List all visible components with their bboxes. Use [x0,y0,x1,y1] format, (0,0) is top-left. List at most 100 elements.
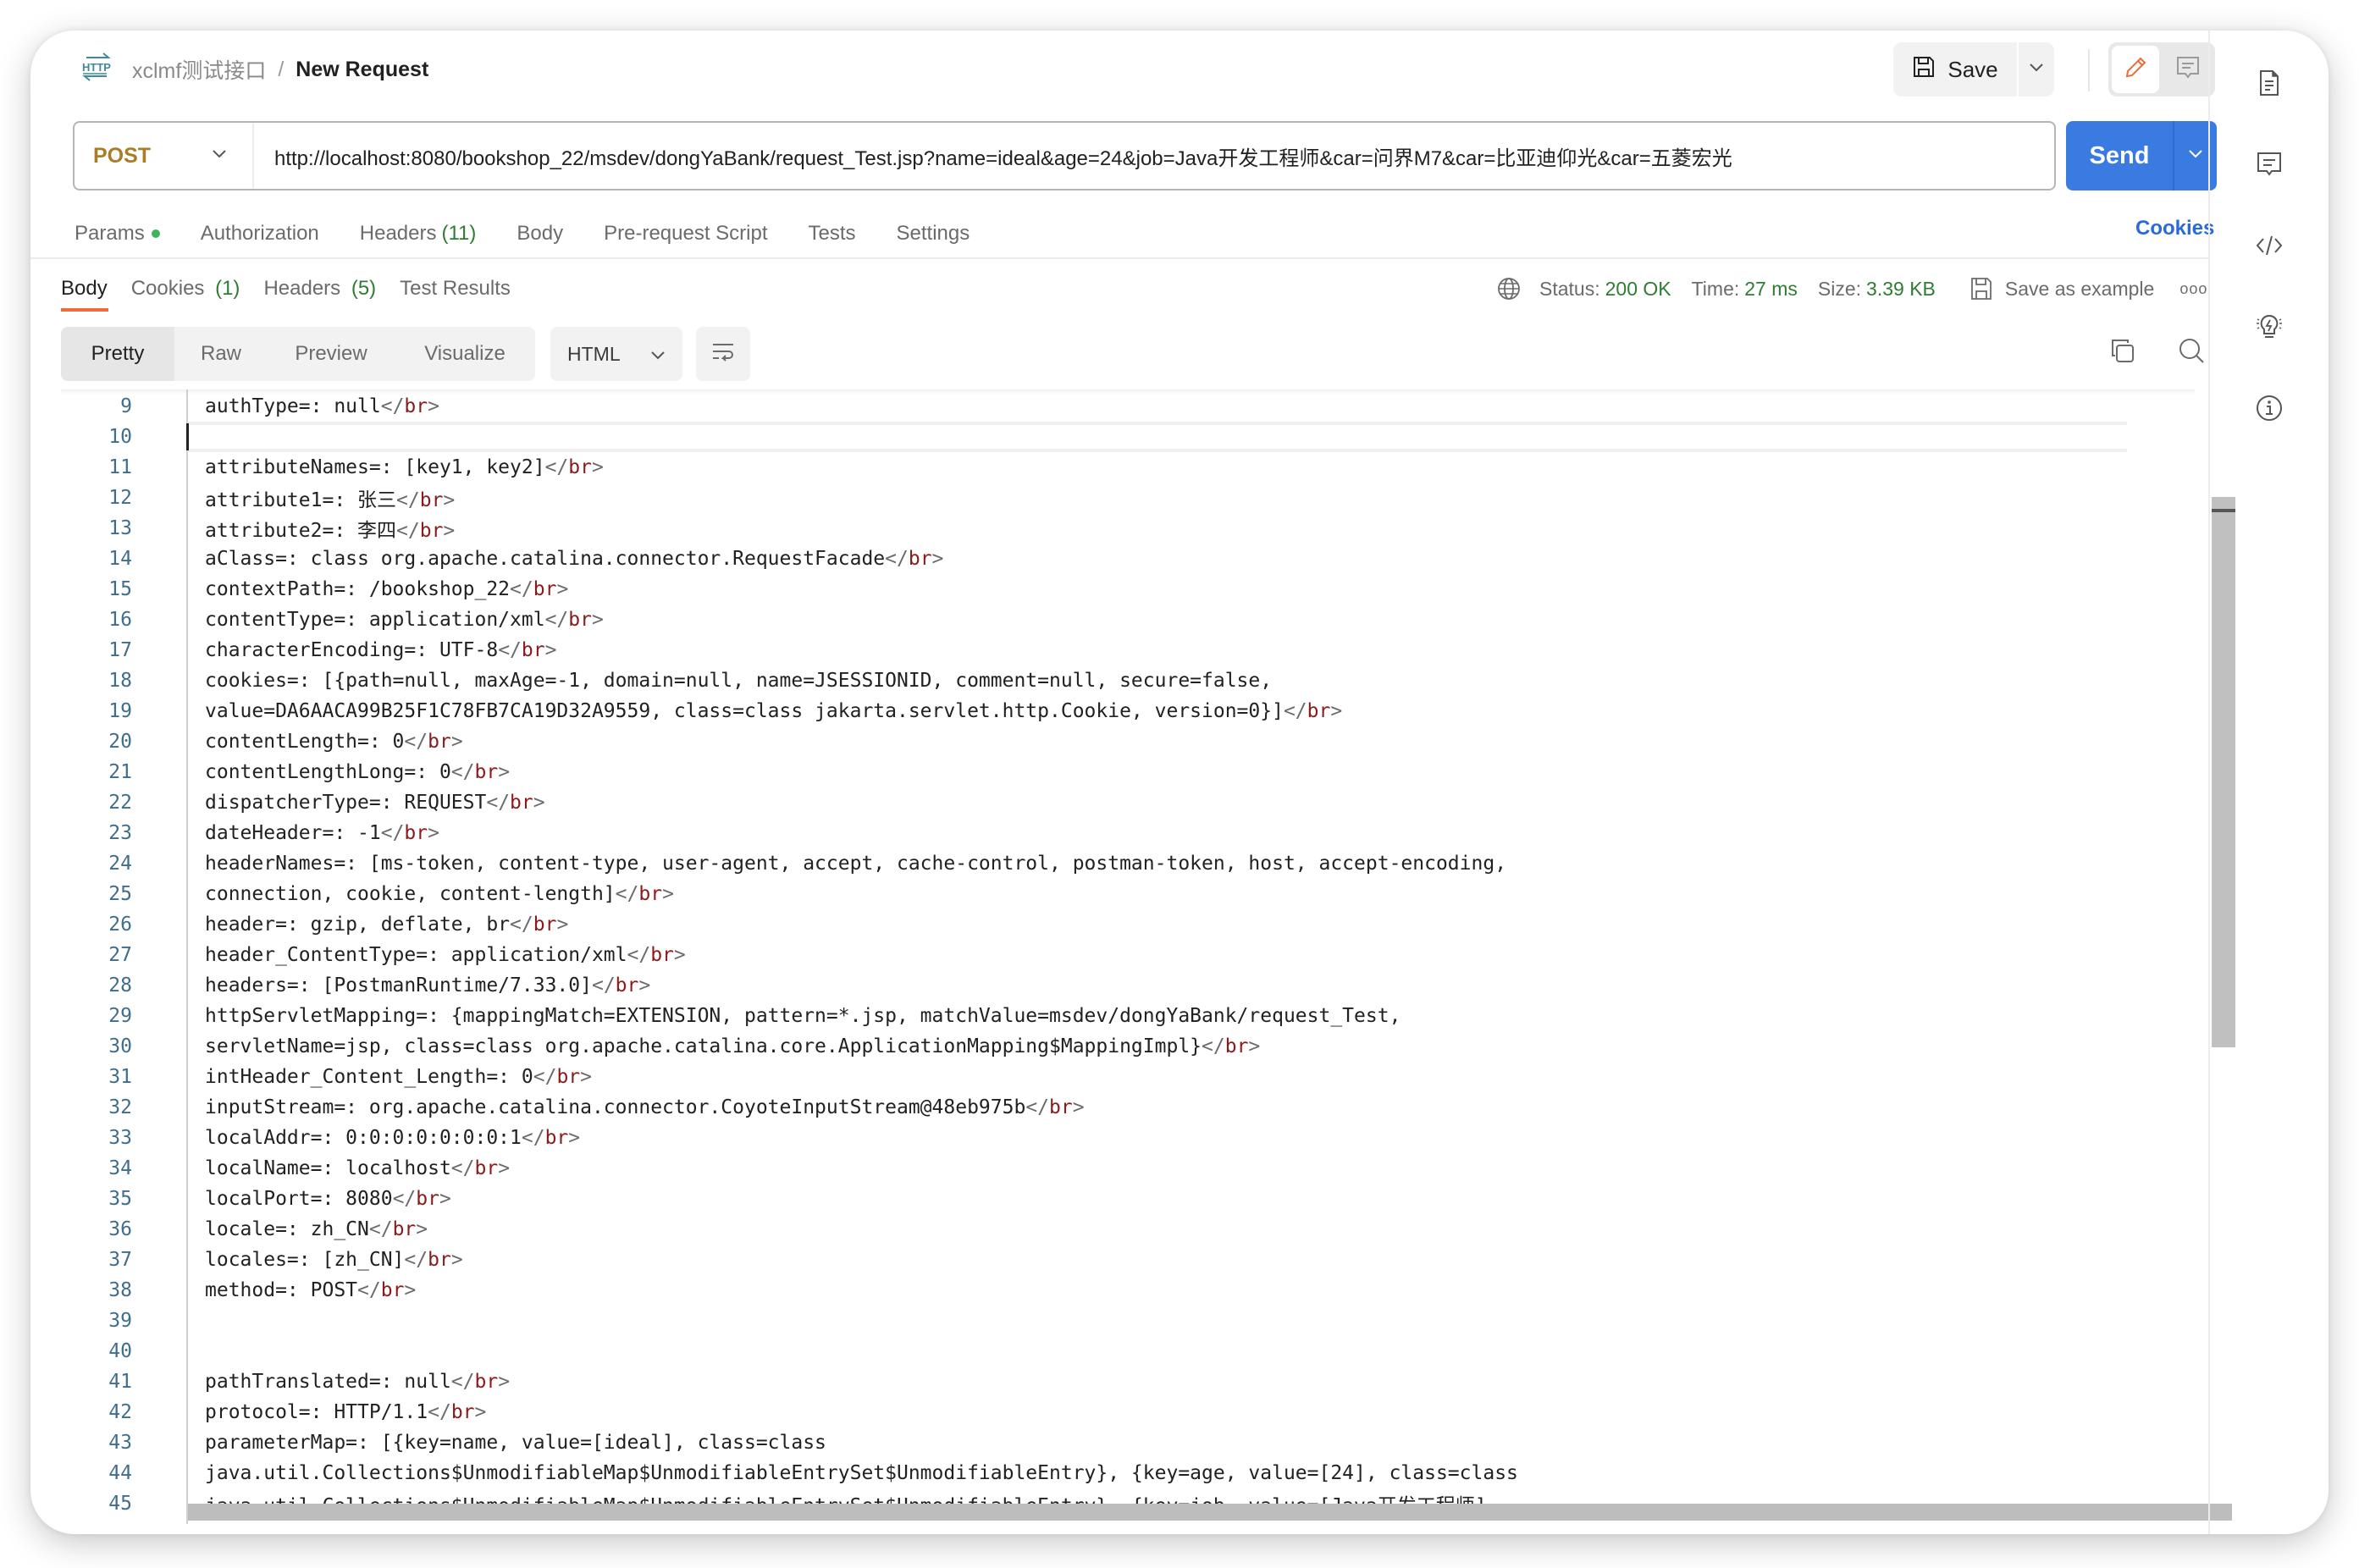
code-text: localAddr=: 0:0:0:0:0:0:0:1</br> [156,1127,580,1149]
url-bar: POST [73,121,2056,190]
cookies-link[interactable]: Cookies [2135,217,2214,240]
tab-tests[interactable]: Tests [809,222,856,246]
info-icon [2255,394,2284,427]
view-raw[interactable]: Raw [174,327,268,381]
code-content: localPort=: 8080 [205,1188,393,1210]
code-line: 15 contextPath=: /bookshop_22</br> [61,574,2178,605]
line-number: 36 [108,1218,132,1240]
suggestions-button[interactable] [2252,312,2286,345]
time-value[interactable]: 27 ms [1744,278,1798,300]
comments-icon [2255,150,2284,183]
view-visualize[interactable]: Visualize [395,327,535,381]
response-tab-cookies[interactable]: Cookies (1) [131,277,240,301]
response-tab-test-results[interactable]: Test Results [400,277,511,301]
edit-mode-button[interactable] [2112,46,2159,93]
code-text: intHeader_Content_Length=: 0</br> [156,1066,592,1088]
breadcrumb-collection[interactable]: xclmf测试接口 [132,54,266,85]
status-value[interactable]: 200 OK [1605,278,1671,300]
br-closing-tag: </br> [428,1401,487,1423]
view-preview[interactable]: Preview [268,327,395,381]
line-number: 23 [108,822,132,844]
request-tabs: Params Authorization Headers (11) Body P… [75,217,1010,251]
language-label: HTML [567,342,621,365]
line-number: 26 [108,914,132,936]
code-line: 33 localAddr=: 0:0:0:0:0:0:0:1</br> [61,1123,2178,1153]
tab-headers[interactable]: Headers (11) [360,222,477,246]
code-line: 17 characterEncoding=: UTF-8</br> [61,635,2178,665]
code-line: 9 authType=: null</br> [61,391,2178,422]
tab-label: Authorization [200,222,319,245]
code-content: cookies=: [{path=null, maxAge=-1, domain… [205,670,1273,692]
view-pretty[interactable]: Pretty [61,327,174,381]
size-value[interactable]: 3.39 KB [1866,278,1936,300]
code-line: 11 attributeNames=: [key1, key2]</br> [61,452,2178,483]
br-closing-tag: </br> [404,731,463,753]
line-number: 15 [108,578,132,600]
code-line: 10 [61,422,2178,452]
line-number: 16 [108,609,132,631]
code-line: 22 dispatcherType=: REQUEST</br> [61,787,2178,818]
response-tab-body[interactable]: Body [61,277,108,301]
save-as-example-label: Save as example [2004,277,2155,300]
horizontal-scrollbar[interactable] [188,1504,2232,1521]
wrap-lines-icon [710,340,736,369]
comment-mode-button[interactable] [2164,46,2212,93]
code-text: httpServletMapping=: {mappingMatch=EXTEN… [156,1005,1400,1027]
br-closing-tag: </br> [380,395,439,417]
line-number: 40 [108,1340,132,1362]
tab-body[interactable]: Body [517,222,563,246]
code-text: inputStream=: org.apache.catalina.connec… [156,1096,1085,1118]
tab-authorization[interactable]: Authorization [201,222,319,246]
code-snippet-button[interactable] [2252,230,2286,264]
method-select[interactable]: POST [75,123,254,189]
save-options-dropdown[interactable] [2019,42,2054,97]
code-line: 43 parameterMap=: [{key=name, value=[idea… [61,1427,2178,1458]
tab-pre-request-script[interactable]: Pre-request Script [604,222,767,246]
code-content: value=DA6AACA99B25F1C78FB7CA19D32A9559, … [205,700,1284,722]
save-label: Save [1947,56,1998,82]
request-panel: HTTP xclmf测试接口 / New Request Save POST h… [30,30,2235,1534]
comments-button[interactable] [2252,149,2286,183]
response-body-editor[interactable]: 9 authType=: null</br> 10 11 attributeNames=… [61,389,2195,1534]
lightbulb-icon [2255,312,2284,345]
more-options-icon[interactable]: ooo [2179,280,2207,298]
code-text: localPort=: 8080</br> [156,1188,451,1210]
code-content: aClass=: class org.apache.catalina.conne… [205,548,886,570]
response-tab-headers[interactable]: Headers (5) [263,277,376,301]
svg-text:HTTP: HTTP [82,61,111,74]
code-content: contextPath=: /bookshop_22 [205,578,511,600]
save-as-example-button[interactable]: Save as example [1970,276,2154,301]
code-content: header=: gzip, deflate, br [205,914,511,936]
send-button[interactable]: Send [2066,121,2174,190]
info-button[interactable] [2252,393,2286,427]
document-icon [2255,69,2284,102]
tab-label: Pre-request Script [604,222,768,245]
word-wrap-button[interactable] [696,327,750,381]
code-text: attribute1=: 张三</br> [156,483,455,512]
tab-params[interactable]: Params [75,222,160,246]
line-number: 41 [108,1371,132,1393]
code-content: servletName=jsp, class=class org.apache.… [205,1035,1202,1057]
code-text: headerNames=: [ms-token, content-type, u… [156,853,1506,875]
code-text: characterEncoding=: UTF-8</br> [156,639,556,661]
code-line: 39 [61,1306,2178,1336]
language-select[interactable]: HTML [550,327,682,381]
code-line: 28 headers=: [PostmanRuntime/7.33.0]</br> [61,970,2178,1001]
line-number: 14 [108,548,132,570]
url-input[interactable] [254,123,2054,189]
line-number: 30 [108,1035,132,1057]
time-readout: Time: 27 ms [1692,278,1798,301]
code-text: header=: gzip, deflate, br</br> [156,914,568,936]
copy-button[interactable] [2108,337,2142,371]
request-name[interactable]: New Request [296,58,428,82]
send-button-group: Send [2066,121,2217,190]
tab-settings[interactable]: Settings [897,222,970,246]
documentation-button[interactable] [2252,68,2286,102]
method-label: POST [93,143,152,168]
globe-icon[interactable] [1497,277,1521,301]
search-button[interactable] [2178,337,2212,371]
save-button[interactable]: Save [1893,42,2017,97]
code-content: java.util.Collections$UnmodifiableMap$Un… [205,1462,1518,1484]
line-number: 28 [108,974,132,997]
line-number: 44 [108,1462,132,1484]
